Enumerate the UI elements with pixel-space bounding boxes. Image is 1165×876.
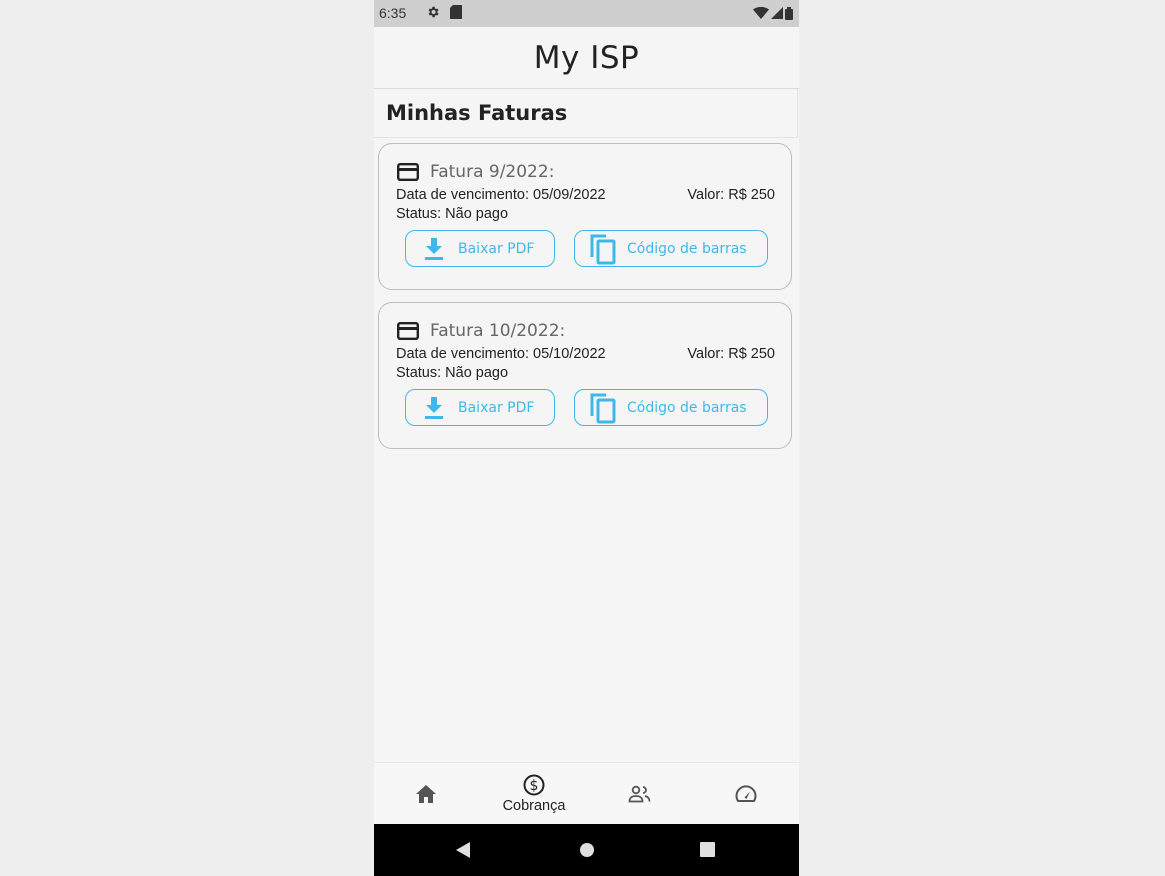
invoice-header: Fatura 10/2022:	[397, 321, 565, 341]
invoice-status: Status: Não pago	[396, 365, 509, 381]
download-pdf-button[interactable]: Baixar PDF	[405, 389, 555, 426]
invoice-due-date: Data de vencimento: 05/09/2022	[396, 187, 606, 203]
download-pdf-button[interactable]: Baixar PDF	[405, 230, 555, 267]
copy-barcode-button[interactable]: Código de barras	[574, 389, 768, 426]
section-header: Minhas Faturas	[374, 89, 798, 138]
download-icon	[425, 396, 443, 419]
invoice-card: Fatura 10/2022: Data de vencimento: 05/1…	[378, 302, 792, 449]
nav-users[interactable]	[624, 763, 656, 825]
invoice-status: Status: Não pago	[396, 206, 509, 222]
copy-barcode-button[interactable]: Código de barras	[574, 230, 768, 267]
battery-icon	[785, 6, 793, 20]
invoice-title: Fatura 9/2022:	[430, 162, 555, 182]
wifi-icon	[753, 7, 769, 19]
download-pdf-label: Baixar PDF	[458, 399, 535, 416]
invoice-title: Fatura 10/2022:	[430, 321, 566, 341]
dollar-circle-icon: $	[523, 774, 545, 796]
recents-square-icon[interactable]	[700, 842, 715, 857]
invoice-value: Valor: R$ 250	[687, 346, 775, 362]
speedometer-icon	[735, 785, 757, 802]
nav-billing[interactable]: $ Cobrança	[494, 763, 574, 825]
invoice-value: Valor: R$ 250	[687, 187, 775, 203]
credit-card-icon	[397, 163, 419, 181]
app-title: My ISP	[533, 39, 640, 76]
download-icon	[425, 237, 443, 260]
copy-barcode-label: Código de barras	[627, 240, 747, 257]
status-right-icons	[753, 6, 793, 20]
invoice-header: Fatura 9/2022:	[397, 162, 554, 182]
bottom-navigation: $ Cobrança	[374, 762, 799, 825]
phone-screen: 6:35 My ISP Minhas Faturas Fatura 9/2022…	[374, 0, 799, 876]
app-bar: My ISP	[374, 27, 799, 89]
invoice-card: Fatura 9/2022: Data de vencimento: 05/09…	[378, 143, 792, 290]
copy-icon	[590, 234, 616, 264]
status-bar: 6:35	[374, 0, 799, 27]
copy-barcode-label: Código de barras	[627, 399, 747, 416]
system-navigation-bar	[374, 824, 799, 876]
credit-card-icon	[397, 322, 419, 340]
home-circle-icon[interactable]	[579, 842, 595, 858]
copy-icon	[590, 393, 616, 423]
status-time: 6:35	[379, 5, 407, 21]
svg-text:$: $	[530, 778, 539, 794]
home-icon	[416, 785, 436, 803]
nav-speed-test[interactable]	[730, 763, 762, 825]
signal-icon	[771, 7, 783, 19]
back-icon[interactable]	[456, 842, 470, 858]
invoice-due-date: Data de vencimento: 05/10/2022	[396, 346, 606, 362]
nav-home[interactable]	[410, 763, 442, 825]
settings-gear-icon	[428, 6, 439, 18]
download-pdf-label: Baixar PDF	[458, 240, 535, 257]
section-title: Minhas Faturas	[386, 101, 568, 125]
sd-card-icon	[450, 5, 462, 19]
nav-billing-label: Cobrança	[502, 798, 566, 814]
people-icon	[628, 785, 651, 803]
